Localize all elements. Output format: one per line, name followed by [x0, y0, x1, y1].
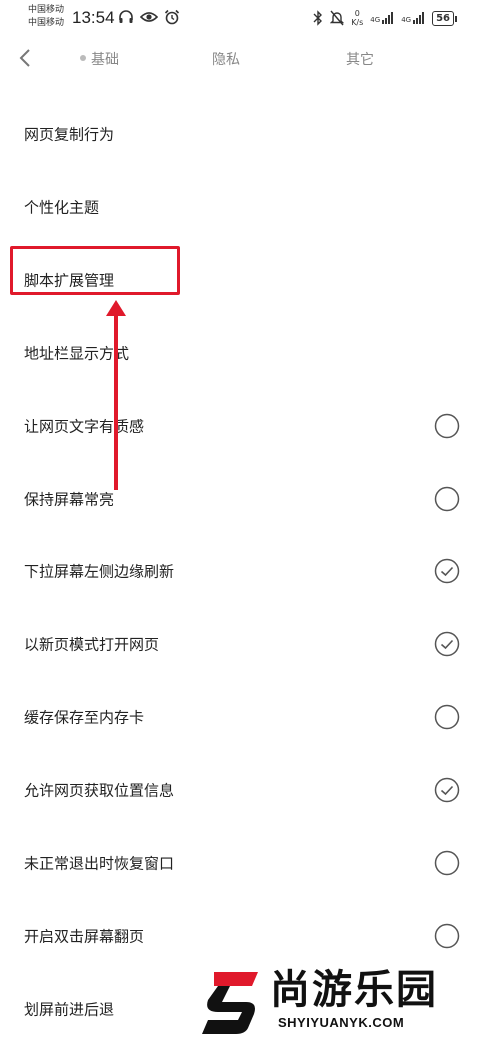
back-arrow-icon[interactable] — [14, 46, 38, 70]
unchecked-circle-icon[interactable] — [434, 704, 460, 730]
setting-label: 开启双击屏幕翻页 — [24, 927, 145, 946]
setting-row[interactable]: 未正常退出时恢复窗口 — [0, 833, 480, 893]
checked-circle-icon[interactable] — [434, 777, 460, 803]
eye-icon — [140, 12, 158, 22]
watermark-s-logo-icon — [202, 972, 258, 1034]
setting-label: 个性化主题 — [24, 198, 100, 217]
setting-row[interactable]: 允许网页获取位置信息 — [0, 760, 480, 820]
tab-basic[interactable]: 基础 — [80, 49, 119, 69]
signal-2-icon — [413, 12, 425, 24]
battery-indicator: 56 — [432, 10, 457, 26]
tab-other[interactable]: 其它 — [346, 49, 374, 69]
alarm-icon — [164, 9, 180, 25]
watermark-en-text: SHYIYUANYK.COM — [278, 1015, 405, 1030]
watermark-logo: 尚游乐园 SHYIYUANYK.COM — [200, 968, 478, 1038]
setting-label: 以新页模式打开网页 — [24, 635, 160, 654]
setting-label: 划屏前进后退 — [24, 1000, 115, 1019]
signal-2: 4G — [401, 12, 425, 24]
signal-1: 4G — [370, 12, 394, 24]
headphones-icon — [119, 10, 133, 23]
annotation-arrow-icon — [106, 300, 126, 490]
mute-icon — [330, 10, 345, 26]
setting-row[interactable]: 开启双击屏幕翻页 — [0, 906, 480, 966]
setting-row[interactable]: 缓存保存至内存卡 — [0, 687, 480, 747]
setting-label: 下拉屏幕左侧边缘刷新 — [24, 562, 175, 581]
setting-label: 缓存保存至内存卡 — [24, 708, 145, 727]
active-dot-icon — [80, 55, 86, 61]
unchecked-circle-icon[interactable] — [434, 923, 460, 949]
carrier-2: 中国移动 — [28, 18, 65, 28]
carrier-info: 中国移动 中国移动 — [28, 4, 64, 30]
status-bar: 中国移动 中国移动 13:54 0 K/s 4G 4G 56 — [0, 0, 480, 36]
checked-circle-icon[interactable] — [434, 631, 460, 657]
checked-circle-icon[interactable] — [434, 558, 460, 584]
setting-label: 保持屏幕常亮 — [24, 490, 115, 508]
bluetooth-icon — [313, 10, 323, 26]
setting-row[interactable]: 网页复制行为 — [0, 104, 480, 164]
setting-row[interactable]: 个性化主题 — [0, 177, 480, 237]
tab-privacy[interactable]: 隐私 — [212, 49, 240, 69]
status-right: 0 K/s 4G 4G 56 — [313, 9, 457, 27]
net-speed: 0 K/s — [351, 9, 364, 27]
setting-label: 网页复制行为 — [24, 125, 115, 144]
setting-row[interactable]: 以新页模式打开网页 — [0, 614, 480, 674]
unchecked-circle-icon[interactable] — [434, 413, 460, 439]
unchecked-circle-icon[interactable] — [434, 850, 460, 876]
unchecked-circle-icon[interactable] — [434, 486, 460, 512]
setting-row[interactable]: 地址栏显示方式 — [0, 323, 480, 383]
setting-row[interactable]: 下拉屏幕左侧边缘刷新 — [0, 541, 480, 601]
setting-row[interactable]: 让网页文字有质感 — [0, 396, 480, 456]
carrier-1: 中国移动 — [28, 5, 65, 15]
watermark-cn-text: 尚游乐园 — [270, 967, 438, 1013]
status-left-icons — [118, 9, 180, 25]
signal-1-icon — [382, 12, 394, 24]
setting-label: 允许网页获取位置信息 — [24, 781, 175, 800]
settings-tab-header: 基础 隐私 其它 — [0, 40, 480, 80]
annotation-highlight-box — [10, 246, 180, 295]
setting-row[interactable]: 保持屏幕常亮 — [0, 469, 480, 529]
setting-label: 未正常退出时恢复窗口 — [24, 854, 175, 873]
status-clock: 13:54 — [72, 8, 115, 27]
